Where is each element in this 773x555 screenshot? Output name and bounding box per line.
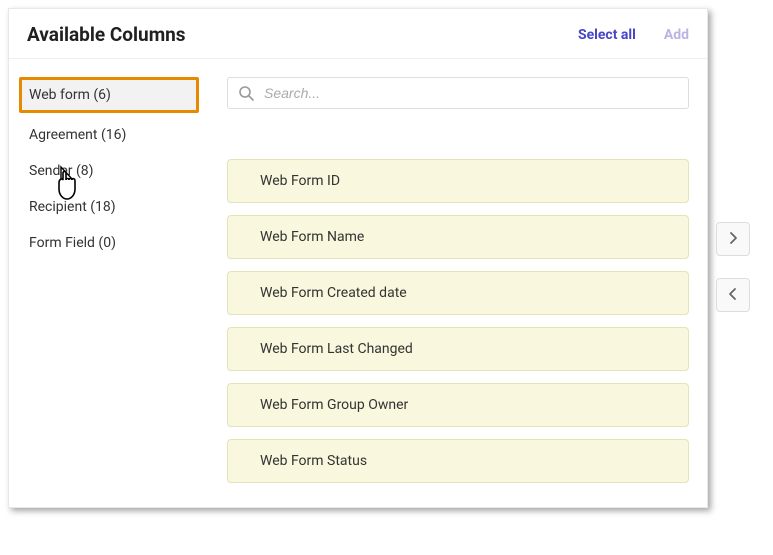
category-label: Web form (6) bbox=[29, 87, 111, 103]
category-label: Recipient (18) bbox=[29, 199, 116, 215]
search-field[interactable] bbox=[227, 77, 689, 109]
column-label: Web Form Group Owner bbox=[260, 397, 408, 413]
column-label: Web Form Last Changed bbox=[260, 341, 413, 357]
category-agreement[interactable]: Agreement (16) bbox=[19, 117, 199, 153]
category-sender[interactable]: Sender (8) bbox=[19, 153, 199, 189]
search-input[interactable] bbox=[264, 85, 678, 101]
transfer-buttons bbox=[716, 222, 750, 312]
search-icon bbox=[238, 85, 254, 101]
category-label: Sender (8) bbox=[29, 163, 94, 179]
available-columns-panel: Available Columns Select all Add Web for… bbox=[8, 8, 708, 508]
select-all-button[interactable]: Select all bbox=[578, 27, 636, 43]
column-label: Web Form ID bbox=[260, 173, 340, 189]
column-item[interactable]: Web Form ID bbox=[227, 159, 689, 203]
column-list: Web Form ID Web Form Name Web Form Creat… bbox=[227, 159, 689, 483]
add-button[interactable]: Add bbox=[664, 27, 689, 43]
column-label: Web Form Status bbox=[260, 453, 367, 469]
category-label: Agreement (16) bbox=[29, 127, 126, 143]
panel-body: Web form (6) Agreement (16) Sender (8) R… bbox=[9, 59, 707, 507]
header-actions: Select all Add bbox=[578, 27, 689, 43]
column-label: Web Form Name bbox=[260, 229, 364, 245]
column-label: Web Form Created date bbox=[260, 285, 407, 301]
category-web-form[interactable]: Web form (6) bbox=[19, 77, 199, 113]
category-sidebar: Web form (6) Agreement (16) Sender (8) R… bbox=[9, 59, 209, 507]
chevron-left-icon bbox=[728, 286, 738, 305]
panel-title: Available Columns bbox=[27, 23, 186, 46]
category-label: Form Field (0) bbox=[29, 235, 116, 251]
category-form-field[interactable]: Form Field (0) bbox=[19, 225, 199, 261]
chevron-right-icon bbox=[728, 230, 738, 249]
column-item[interactable]: Web Form Last Changed bbox=[227, 327, 689, 371]
category-recipient[interactable]: Recipient (18) bbox=[19, 189, 199, 225]
move-left-button[interactable] bbox=[716, 278, 750, 312]
column-item[interactable]: Web Form Group Owner bbox=[227, 383, 689, 427]
column-item[interactable]: Web Form Created date bbox=[227, 271, 689, 315]
column-item[interactable]: Web Form Status bbox=[227, 439, 689, 483]
move-right-button[interactable] bbox=[716, 222, 750, 256]
panel-header: Available Columns Select all Add bbox=[9, 9, 707, 59]
column-item[interactable]: Web Form Name bbox=[227, 215, 689, 259]
columns-main: Web Form ID Web Form Name Web Form Creat… bbox=[209, 59, 707, 507]
